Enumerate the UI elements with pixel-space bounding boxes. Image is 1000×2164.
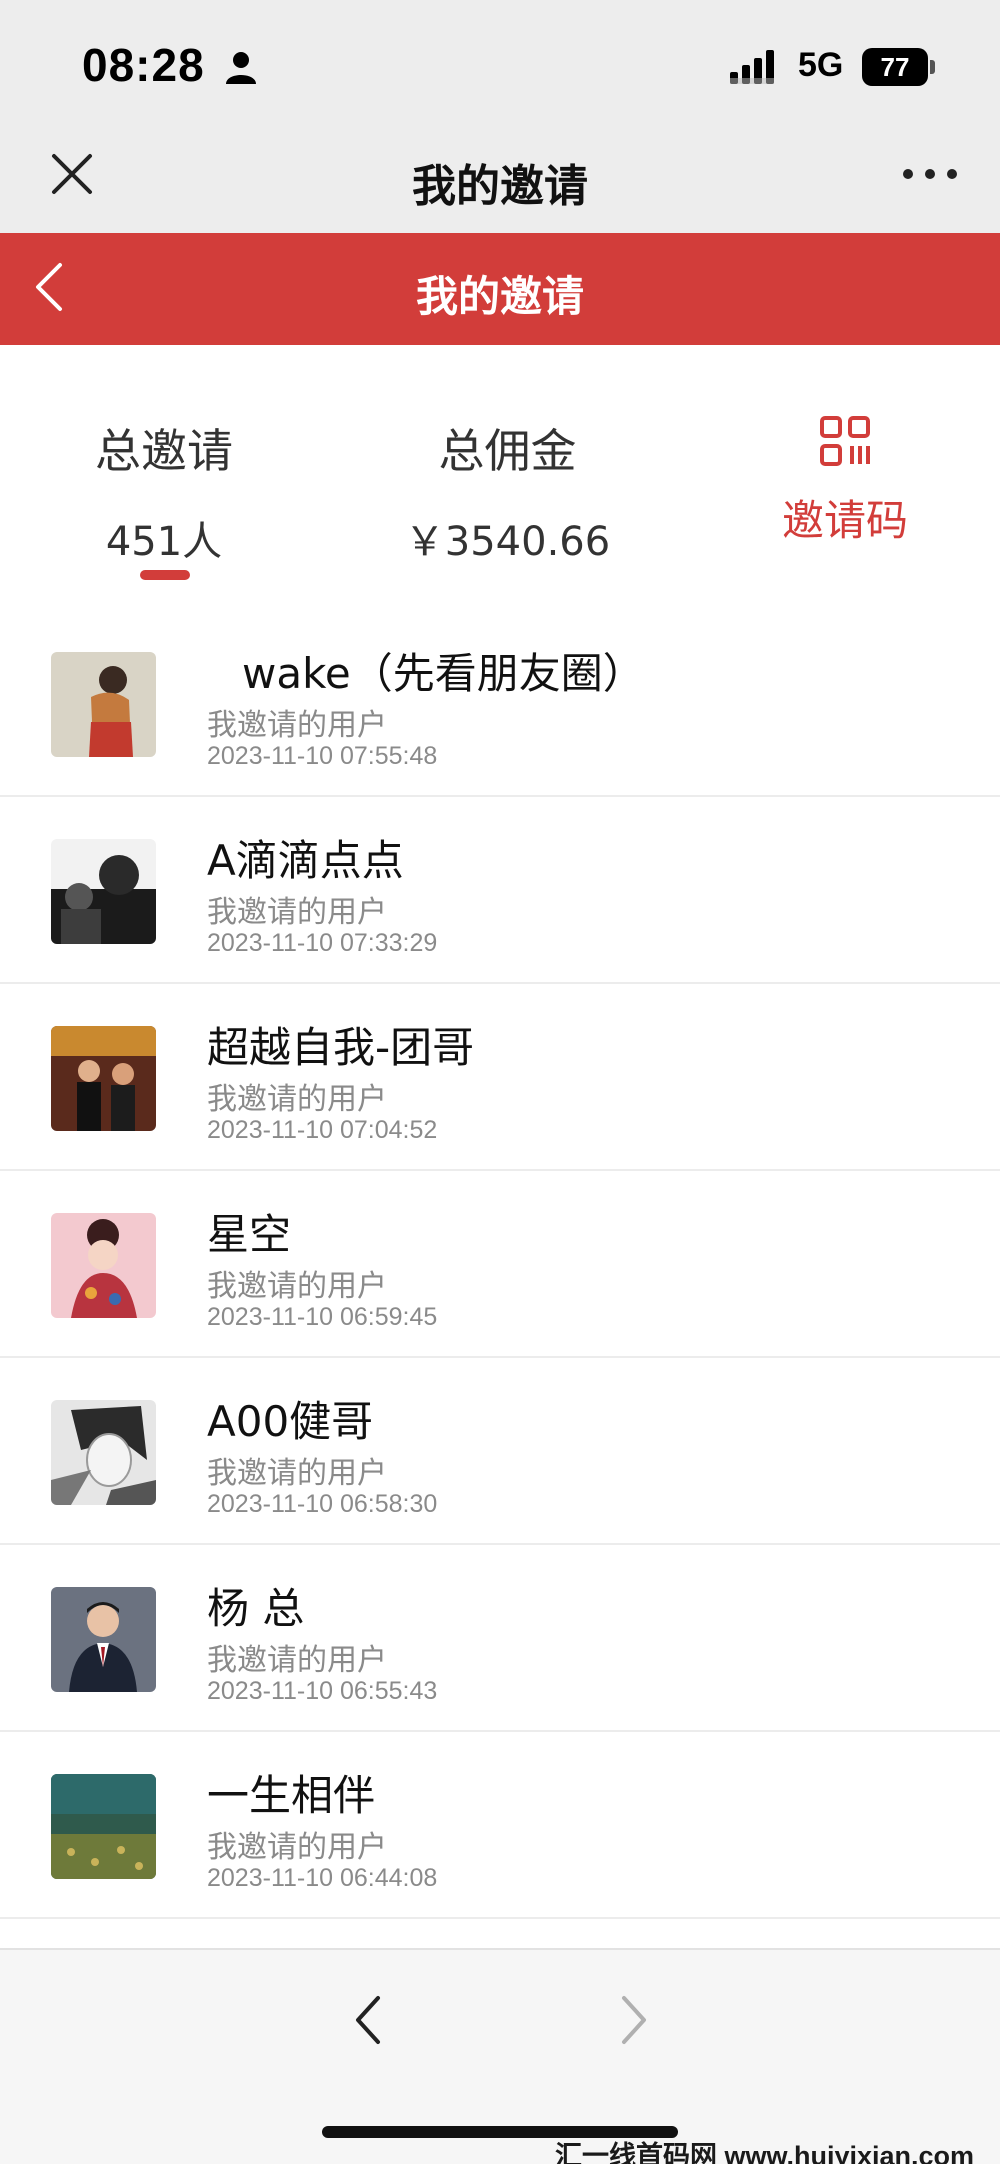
wechat-nav-bar: 我的邀请: [0, 120, 1000, 233]
avatar: [51, 1400, 156, 1505]
network-label: 5G: [798, 46, 844, 84]
battery-level: 77: [880, 52, 910, 82]
active-tab-indicator: [140, 570, 190, 580]
chevron-right-icon[interactable]: [612, 1992, 652, 2048]
user-relation: 我邀请的用户: [207, 1269, 387, 1304]
list-item[interactable]: A00健哥 我邀请的用户 2023-11-10 06:58:30: [0, 1358, 1000, 1545]
status-bar: 08:28 5G 77: [0, 0, 1000, 120]
signal-icon: [730, 50, 774, 84]
user-relation: 我邀请的用户: [207, 708, 387, 743]
person-icon: [226, 52, 256, 84]
invite-time: 2023-11-10 06:55:43: [207, 1677, 438, 1705]
list-item[interactable]: 星空 我邀请的用户 2023-11-10 06:59:45: [0, 1171, 1000, 1358]
user-relation: 我邀请的用户: [207, 1456, 387, 1491]
total-invites-value: 451人: [105, 519, 223, 565]
wechat-title: 我的邀请: [412, 161, 588, 212]
avatar: [51, 1213, 156, 1318]
list-item[interactable]: 超越自我-团哥 我邀请的用户 2023-11-10 07:04:52: [0, 984, 1000, 1171]
invite-summary: 总邀请 451人 总佣金 ￥3540.66 邀请码: [0, 345, 1000, 595]
user-name: A00健哥: [207, 1397, 374, 1446]
user-relation: 我邀请的用户: [207, 1643, 387, 1678]
invite-time: 2023-11-10 07:55:48: [207, 742, 438, 770]
qr-code-icon: [820, 416, 870, 466]
invite-time: 2023-11-10 06:44:08: [207, 1864, 438, 1892]
total-commission-label: 总佣金: [438, 424, 577, 478]
user-name: 星空: [207, 1210, 292, 1259]
list-item[interactable]: wake（先看朋友圈） 我邀请的用户 2023-11-10 07:55:48: [0, 610, 1000, 797]
browser-bottom-bar: 汇一线首码网 www.huiyixian.com: [0, 1948, 1000, 2164]
invite-code-label: 邀请码: [781, 496, 908, 545]
user-name: A滴滴点点: [207, 836, 404, 885]
user-relation: 我邀请的用户: [207, 1082, 387, 1117]
chevron-left-icon[interactable]: [350, 1992, 390, 2048]
user-name: 超越自我-团哥: [207, 1023, 475, 1072]
invite-time: 2023-11-10 07:33:29: [207, 929, 438, 957]
tab-total-commission[interactable]: 总佣金 ￥3540.66: [400, 415, 615, 567]
more-icon[interactable]: [900, 162, 960, 186]
page-header: 我的邀请: [0, 233, 1000, 345]
avatar: [51, 1774, 156, 1879]
tab-total-invites[interactable]: 总邀请 451人: [64, 415, 264, 567]
status-time: 08:28: [82, 39, 205, 91]
total-invites-label: 总邀请: [95, 424, 233, 478]
invite-list: wake（先看朋友圈） 我邀请的用户 2023-11-10 07:55:48 A…: [0, 610, 1000, 1919]
user-relation: 我邀请的用户: [207, 895, 387, 930]
invite-time: 2023-11-10 07:04:52: [207, 1116, 438, 1144]
list-item[interactable]: A滴滴点点 我邀请的用户 2023-11-10 07:33:29: [0, 797, 1000, 984]
avatar: [51, 839, 156, 944]
invite-time: 2023-11-10 06:59:45: [207, 1303, 438, 1331]
user-relation: 我邀请的用户: [207, 1830, 387, 1865]
page-title: 我的邀请: [415, 272, 584, 321]
invite-code-button[interactable]: 邀请码: [770, 415, 920, 548]
list-item[interactable]: 杨 总 我邀请的用户 2023-11-10 06:55:43: [0, 1545, 1000, 1732]
total-commission-value: ￥3540.66: [404, 519, 611, 565]
user-name: 一生相伴: [207, 1771, 376, 1820]
battery-icon: 77: [862, 48, 928, 86]
avatar: [51, 652, 156, 757]
user-name: 杨 总: [207, 1584, 305, 1633]
list-item[interactable]: 一生相伴 我邀请的用户 2023-11-10 06:44:08: [0, 1732, 1000, 1919]
avatar: [51, 1026, 156, 1131]
avatar: [51, 1587, 156, 1692]
invite-time: 2023-11-10 06:58:30: [207, 1490, 438, 1518]
watermark: 汇一线首码网 www.huiyixian.com: [555, 2141, 975, 2164]
battery-tip: [930, 60, 935, 74]
user-name: wake（先看朋友圈）: [242, 649, 645, 698]
